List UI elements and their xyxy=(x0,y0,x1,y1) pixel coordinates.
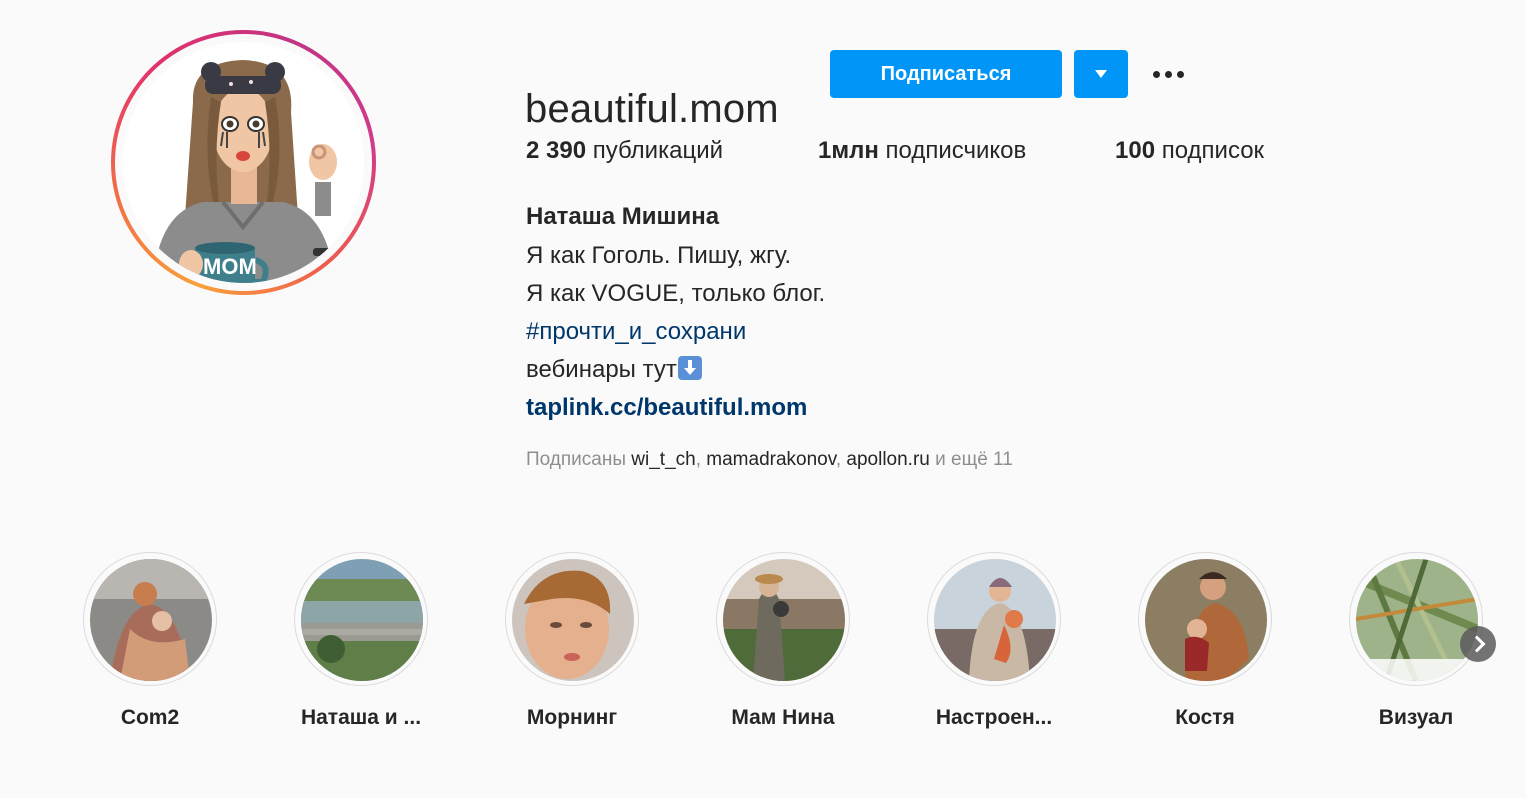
more-options-button[interactable] xyxy=(1150,60,1190,90)
highlight-label: Мам Нина xyxy=(731,706,835,729)
followed-by-account[interactable]: apollon.ru xyxy=(846,449,929,470)
more-horizontal-icon xyxy=(1153,71,1160,78)
bio-hashtag[interactable]: #прочти_и_сохрани xyxy=(526,318,746,346)
highlight-item[interactable]: Морнинг xyxy=(505,552,639,732)
highlight-cover xyxy=(934,559,1056,681)
highlight-item[interactable]: Мам Нина xyxy=(716,552,850,732)
followed-by-account[interactable]: wi_t_ch xyxy=(631,449,695,470)
chevron-right-icon xyxy=(1468,635,1486,653)
highlight-cover xyxy=(1145,559,1267,681)
posts-stat: 2 390 публикаций xyxy=(526,137,723,165)
highlight-item[interactable]: Костя xyxy=(1138,552,1272,732)
profile-page: MOM beautiful.mom Подписаться 2 390 публ… xyxy=(0,0,1526,798)
highlight-label: Com2 xyxy=(120,706,180,729)
highlight-cover xyxy=(512,559,634,681)
bio-line-4-text: вебинары тут xyxy=(526,356,677,383)
followers-stat[interactable]: 1млн подписчиков xyxy=(818,137,1026,165)
suggested-accounts-button[interactable] xyxy=(1074,50,1128,98)
highlight-cover xyxy=(723,559,845,681)
story-ring[interactable]: MOM xyxy=(111,30,376,295)
highlight-cover xyxy=(301,559,423,681)
followed-by[interactable]: Подписаны wi_t_ch, mamadrakonov, apollon… xyxy=(526,449,1013,471)
username: beautiful.mom xyxy=(525,87,779,132)
posts-label: публикаций xyxy=(592,137,724,164)
highlight-label: Морнинг xyxy=(526,706,618,729)
bio-line-1: Я как Гоголь. Пишу, жгу. xyxy=(526,242,792,269)
following-label: подписок xyxy=(1161,137,1265,164)
bio-line-2: Я как VOGUE, только блог. xyxy=(526,280,826,307)
highlight-label: Наташа и ... xyxy=(300,706,422,729)
highlight-item[interactable]: Настроен... xyxy=(927,552,1061,732)
highlight-cover xyxy=(90,559,212,681)
following-stat[interactable]: 100 подписок xyxy=(1115,137,1264,165)
following-count: 100 xyxy=(1115,137,1156,164)
followed-by-suffix: и ещё 11 xyxy=(935,449,1013,470)
highlight-item[interactable]: Com2 xyxy=(83,552,217,732)
followers-label: подписчиков xyxy=(885,137,1027,164)
highlight-label: Костя xyxy=(1175,706,1235,729)
highlight-cover xyxy=(1356,559,1478,681)
down-arrow-emoji-icon xyxy=(677,356,702,380)
caret-down-icon xyxy=(1095,70,1107,78)
highlight-item[interactable]: Наташа и ... xyxy=(294,552,428,732)
highlight-label: Настроен... xyxy=(935,706,1053,729)
posts-count: 2 390 xyxy=(526,137,587,164)
bio-line-4: вебинары тут xyxy=(526,356,702,384)
bio-external-link[interactable]: taplink.cc/beautiful.mom xyxy=(526,394,807,422)
highlight-label: Визуал xyxy=(1378,706,1454,729)
full-name: Наташа Мишина xyxy=(526,203,720,230)
profile-avatar[interactable]: MOM xyxy=(123,42,364,283)
svg-text:MOM: MOM xyxy=(203,254,257,279)
followed-by-account[interactable]: mamadrakonov xyxy=(706,449,836,470)
highlights-next-button[interactable] xyxy=(1460,626,1496,662)
follow-button[interactable]: Подписаться xyxy=(830,50,1062,98)
followers-count: 1млн xyxy=(818,137,879,164)
cartoon-mom-avatar: MOM xyxy=(123,42,364,283)
followed-by-prefix: Подписаны xyxy=(526,449,627,470)
